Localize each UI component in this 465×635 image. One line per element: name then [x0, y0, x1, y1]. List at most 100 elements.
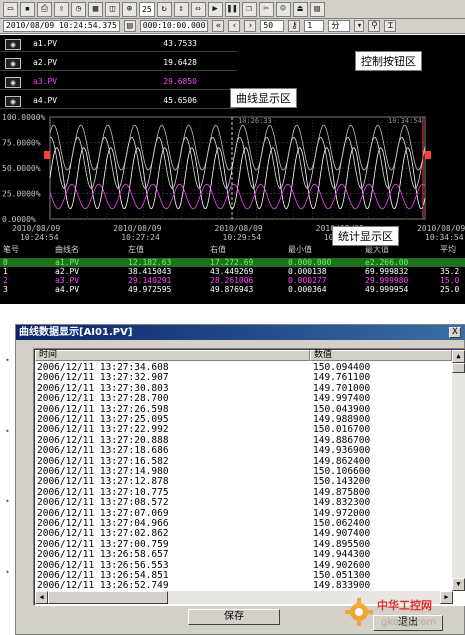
list-item-time: 2006/12/11 13:26:52.749 — [37, 580, 169, 592]
scroll-thumb[interactable] — [452, 363, 465, 373]
stats-cell-left: 12.182.63 — [128, 258, 172, 267]
stats-cell-max: 69.999832 — [365, 267, 409, 276]
value-row[interactable]: ◉ a2.PV 19.6428 — [0, 56, 237, 71]
list-item[interactable]: 2006/12/11 13:26:58.657 149.944300 — [35, 550, 453, 560]
hscroll-thumb[interactable] — [48, 591, 168, 604]
list-item[interactable]: 2006/12/11 13:27:32.907 149.761100 — [35, 373, 453, 383]
close-icon[interactable]: X — [449, 327, 461, 338]
list-item[interactable]: 2006/12/11 13:27:28.700 149.997400 — [35, 394, 453, 404]
tools-icon[interactable]: ✂ — [258, 1, 274, 17]
table-icon[interactable]: ▦ — [88, 1, 103, 17]
stats-row[interactable]: 2 a3.PV 29.140291 28.261006 0.000277 29.99998… — [0, 276, 465, 285]
list-item-value: 149.833900 — [313, 580, 371, 592]
value-row-value: 43.7533 — [163, 39, 197, 48]
list-item[interactable]: 2006/12/11 13:26:52.749 149.833900 — [35, 581, 453, 591]
stats-cell-right: 28.261006 — [210, 276, 254, 285]
stats-cell-right: 49.876943 — [210, 285, 254, 294]
list-item-time: 2006/12/11 13:26:58.657 — [37, 549, 169, 561]
stats-cell-min: 0.000364 — [288, 285, 327, 294]
value-row-name: a2.PV — [33, 58, 58, 67]
refresh-icon[interactable]: ↻ — [156, 1, 172, 17]
value-row-value: 45.6506 — [163, 96, 197, 105]
stats-header-cell[interactable]: 笔号 — [3, 244, 19, 255]
stats-header-cell[interactable]: 右值 — [210, 244, 226, 255]
eye-icon[interactable]: ◉ — [5, 58, 21, 69]
stats-cell-min: 0.000.000 — [288, 258, 332, 267]
exit-icon[interactable]: ⏏ — [292, 1, 308, 17]
new-icon[interactable]: ▭ — [3, 1, 18, 17]
pause-icon[interactable]: ❚❚ — [224, 1, 240, 17]
prev-icon[interactable]: ‹ — [228, 20, 241, 32]
column-header-value[interactable]: 数值 — [310, 350, 452, 361]
cursor-icon[interactable]: ⌶ — [384, 20, 397, 32]
x-tick-date: 2010/08/09 — [12, 224, 60, 233]
scroll-up-icon[interactable]: ▲ — [452, 350, 465, 363]
step-field[interactable]: 50 — [260, 20, 285, 32]
copy-icon[interactable]: ❐ — [241, 1, 257, 17]
curve-data-dialog: 曲线数据显示[AI01.PV] X 时间 数值 2006/12/11 13:27… — [15, 324, 465, 635]
list-item-value: 150.143200 — [313, 476, 371, 488]
save-button[interactable]: 保存 — [188, 609, 280, 625]
value-panel: ◉ a1.PV 43.7533 ◉ a2.PV 19.6428 ◉ a3.PV 29.6850 ◉… — [0, 35, 237, 111]
export-icon[interactable]: ⇪ — [54, 1, 69, 17]
x-tick-date: 2010/08/09 — [113, 224, 161, 233]
chart-svg[interactable]: 100.0000% 75.0000% 50.0000% 25.0000% 0.0000%… — [0, 111, 465, 242]
next-icon[interactable]: › — [244, 20, 257, 32]
scroll-left-icon[interactable]: ◀ — [35, 591, 48, 604]
column-header-time[interactable]: 时间 — [35, 350, 310, 361]
prev-page-icon[interactable]: « — [212, 20, 225, 32]
fit-width-icon[interactable]: ⇔ — [190, 1, 206, 17]
stats-cell-name: a2.PV — [55, 267, 80, 276]
stats-cell-name: a4.PV — [55, 285, 80, 294]
fit-icon[interactable]: ⇕ — [173, 1, 189, 17]
list-item[interactable]: 2006/12/11 13:27:08.572 149.832300 — [35, 498, 453, 508]
user-icon[interactable]: ☺ — [275, 1, 291, 17]
stats-row[interactable]: 3 a4.PV 49.972595 49.876943 0.000364 49.99995… — [0, 285, 465, 294]
callout-stats: 统计显示区 — [332, 226, 399, 246]
filter-icon[interactable]: ⚲ — [368, 20, 381, 32]
list-item-time: 2006/12/11 13:27:32.907 — [37, 372, 169, 384]
play-icon[interactable]: ▶ — [207, 1, 223, 17]
value-row-name: a1.PV — [33, 39, 58, 48]
calendar-icon[interactable]: ▤ — [123, 20, 136, 32]
zoom-icon[interactable]: ⊕ — [122, 1, 137, 17]
right-marker — [425, 151, 431, 159]
stats-header-cell[interactable]: 曲线名 — [55, 244, 79, 255]
curve-chart[interactable]: 100.0000% 75.0000% 50.0000% 25.0000% 0.0000%… — [0, 111, 465, 242]
list-item[interactable]: 2006/12/11 13:27:22.992 150.016700 — [35, 425, 453, 435]
stats-header-cell[interactable]: 最小值 — [288, 244, 312, 255]
time-span-field[interactable]: 000:10:00.000 — [139, 20, 209, 32]
history-icon[interactable]: ◷ — [71, 1, 86, 17]
stats-row[interactable]: 0 a1.PV 12.182.63 17.272.69 0.000.000 e2.266.… — [0, 258, 465, 267]
eye-icon[interactable]: ◉ — [5, 39, 21, 50]
eye-icon[interactable]: ◉ — [5, 77, 21, 88]
stats-row[interactable]: 1 a2.PV 38.415043 43.449269 0.000138 69.99983… — [0, 267, 465, 276]
zoom-spinner[interactable]: 25 — [139, 1, 155, 17]
cursor-time-label: 10:34:54 — [388, 117, 422, 125]
unit-select[interactable]: 分 — [328, 20, 351, 32]
eye-icon[interactable]: ◉ — [5, 96, 21, 107]
key-icon[interactable]: ⚷ — [288, 20, 301, 32]
grid-icon[interactable]: ▤ — [309, 1, 325, 17]
stats-header-cell[interactable]: 平均 — [440, 244, 456, 255]
split-icon[interactable]: ◫ — [105, 1, 120, 17]
value-row[interactable]: ◉ a4.PV 45.6506 — [0, 94, 237, 109]
list-item[interactable]: 2006/12/11 13:27:18.686 149.936900 — [35, 446, 453, 456]
value-row[interactable]: ◉ a1.PV 43.7533 — [0, 37, 237, 52]
scroll-down-icon[interactable]: ▼ — [452, 578, 465, 591]
value-row[interactable]: ◉ a3.PV 29.6850 — [0, 75, 237, 90]
list-item[interactable]: 2006/12/11 13:27:02.862 149.907400 — [35, 529, 453, 539]
count-field[interactable]: 1 — [304, 20, 325, 32]
stats-cell-max: e2.266.00 — [365, 258, 409, 267]
list-item[interactable]: 2006/12/11 13:27:12.878 150.143200 — [35, 477, 453, 487]
start-time-field[interactable]: 2010/08/09 10:24:54.375 — [3, 20, 120, 32]
print-icon[interactable]: ⎙ — [37, 1, 52, 17]
stats-header-cell[interactable]: 左值 — [128, 244, 144, 255]
save-icon[interactable]: ▪ — [20, 1, 35, 17]
side-marker: • — [5, 356, 10, 365]
dropdown-icon[interactable]: ▾ — [354, 20, 365, 32]
vertical-scrollbar[interactable]: ▲ ▼ — [452, 350, 465, 591]
stats-cell-id: 2 — [3, 276, 8, 285]
data-list[interactable]: 时间 数值 2006/12/11 13:27:34.608 150.094400 2… — [33, 348, 465, 606]
y-tick-label: 25.0000% — [2, 190, 41, 199]
